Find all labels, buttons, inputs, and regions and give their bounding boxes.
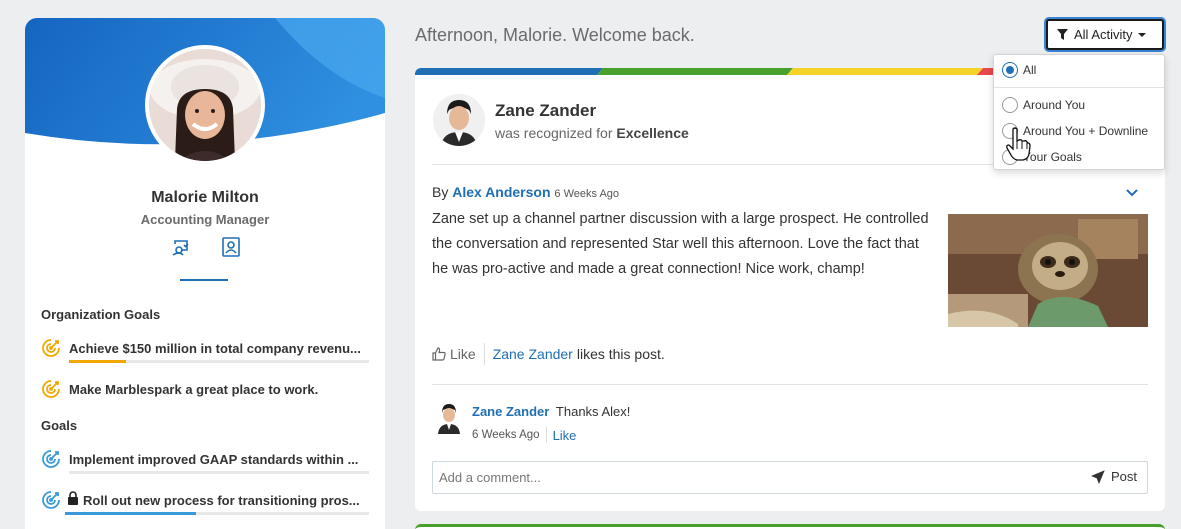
- profile-name: Malorie Milton: [151, 189, 259, 206]
- comment-composer: Post: [432, 461, 1148, 494]
- recognition-text: was recognized for Excellence: [495, 125, 689, 141]
- comment-header: Zane Zander Thanks Alex!: [472, 404, 630, 419]
- radio-button[interactable]: [1002, 97, 1018, 113]
- liker-link[interactable]: Zane Zander: [493, 346, 573, 362]
- post-comment-button[interactable]: Post: [1090, 469, 1137, 484]
- profile-avatar[interactable]: [145, 45, 265, 165]
- goal-progress: [69, 471, 369, 474]
- filter-option-label: Your Goals: [1023, 150, 1082, 164]
- goal-progress: [65, 512, 369, 515]
- recognized-prefix: was recognized for: [495, 125, 613, 141]
- profile-title: Accounting Manager: [140, 212, 270, 227]
- hand-cursor-icon: [1006, 127, 1031, 161]
- separator: [483, 343, 485, 365]
- recipient-name[interactable]: Zane Zander: [495, 101, 596, 121]
- goals-heading: Goals: [41, 418, 78, 433]
- comments-divider: [432, 384, 1148, 385]
- like-button[interactable]: Like: [432, 346, 476, 362]
- menu-divider: [994, 87, 1164, 88]
- welcome-message: Afternoon, Malorie. Welcome back.: [415, 25, 695, 45]
- like-row: Like Zane Zander likes this post.: [432, 343, 665, 365]
- post-byline: By Alex Anderson 6 Weeks Ago: [432, 184, 619, 200]
- goal-label[interactable]: Roll out new process for transitioning p…: [83, 493, 371, 508]
- target-icon: [42, 339, 60, 357]
- profile-icons: [170, 236, 242, 258]
- goal-item[interactable]: Roll out new process for transitioning p…: [41, 490, 371, 516]
- profile-card: Malorie Milton Accounting Manager Organi…: [25, 18, 385, 529]
- send-icon: [1090, 469, 1105, 484]
- recognition-value: Excellence: [616, 125, 689, 141]
- post-label: Post: [1110, 469, 1137, 484]
- goal-label[interactable]: Make Marblespark a great place to work.: [69, 382, 371, 397]
- chevron-down-icon[interactable]: [1125, 186, 1139, 200]
- comment-timestamp: 6 Weeks Ago: [472, 429, 540, 441]
- recognize-icon[interactable]: [170, 236, 192, 258]
- post-body: Zane set up a channel partner discussion…: [432, 211, 929, 277]
- goal-progress-fill: [65, 512, 196, 515]
- like-label: Like: [450, 346, 476, 362]
- by-label: By: [432, 184, 449, 200]
- filter-option-all[interactable]: All: [1002, 61, 1036, 79]
- next-post-card: [415, 524, 1165, 529]
- org-goals-heading: Organization Goals: [41, 307, 161, 322]
- target-icon: [42, 491, 60, 509]
- post-timestamp: 6 Weeks Ago: [554, 188, 620, 200]
- caret-down-icon: [1137, 32, 1146, 37]
- goal-progress-fill: [69, 360, 126, 363]
- goal-label[interactable]: Achieve $150 million in total company re…: [69, 341, 371, 356]
- comment-like-link[interactable]: Like: [553, 428, 577, 443]
- activity-filter-button[interactable]: All Activity: [1046, 19, 1164, 50]
- filter-option-label: Around You + Downline: [1023, 124, 1149, 138]
- commenter-link[interactable]: Zane Zander: [472, 404, 549, 419]
- filter-label: All Activity: [1074, 27, 1133, 42]
- filter-option-label: All: [1023, 63, 1037, 77]
- target-icon: [42, 380, 60, 398]
- filter-option-label: Around You: [1023, 98, 1086, 112]
- post-image[interactable]: [948, 214, 1148, 327]
- goal-label[interactable]: Implement improved GAAP standards within…: [69, 452, 371, 467]
- goal-item[interactable]: Implement improved GAAP standards within…: [41, 449, 371, 475]
- author-link[interactable]: Alex Anderson: [452, 184, 550, 200]
- filter-option-around-you[interactable]: Around You: [1002, 96, 1085, 114]
- comment-meta: 6 Weeks Ago Like: [472, 427, 576, 443]
- filter-icon: [1057, 29, 1068, 40]
- likes-text: likes this post.: [576, 346, 665, 362]
- comment-text: Thanks Alex!: [555, 404, 631, 419]
- separator: [545, 427, 547, 443]
- commenter-avatar[interactable]: [435, 402, 463, 434]
- radio-button[interactable]: [1002, 62, 1018, 78]
- profile-icon[interactable]: [220, 236, 242, 258]
- org-goal-item[interactable]: Achieve $150 million in total company re…: [41, 338, 371, 364]
- target-icon: [42, 450, 60, 468]
- thumbs-up-icon: [432, 347, 446, 361]
- profile-tab-indicator: [180, 279, 228, 281]
- lock-icon: [68, 491, 78, 505]
- comment-input[interactable]: [433, 462, 1073, 493]
- org-goal-item[interactable]: Make Marblespark a great place to work.: [41, 379, 371, 405]
- recipient-avatar[interactable]: [433, 94, 485, 146]
- goal-progress: [69, 360, 369, 363]
